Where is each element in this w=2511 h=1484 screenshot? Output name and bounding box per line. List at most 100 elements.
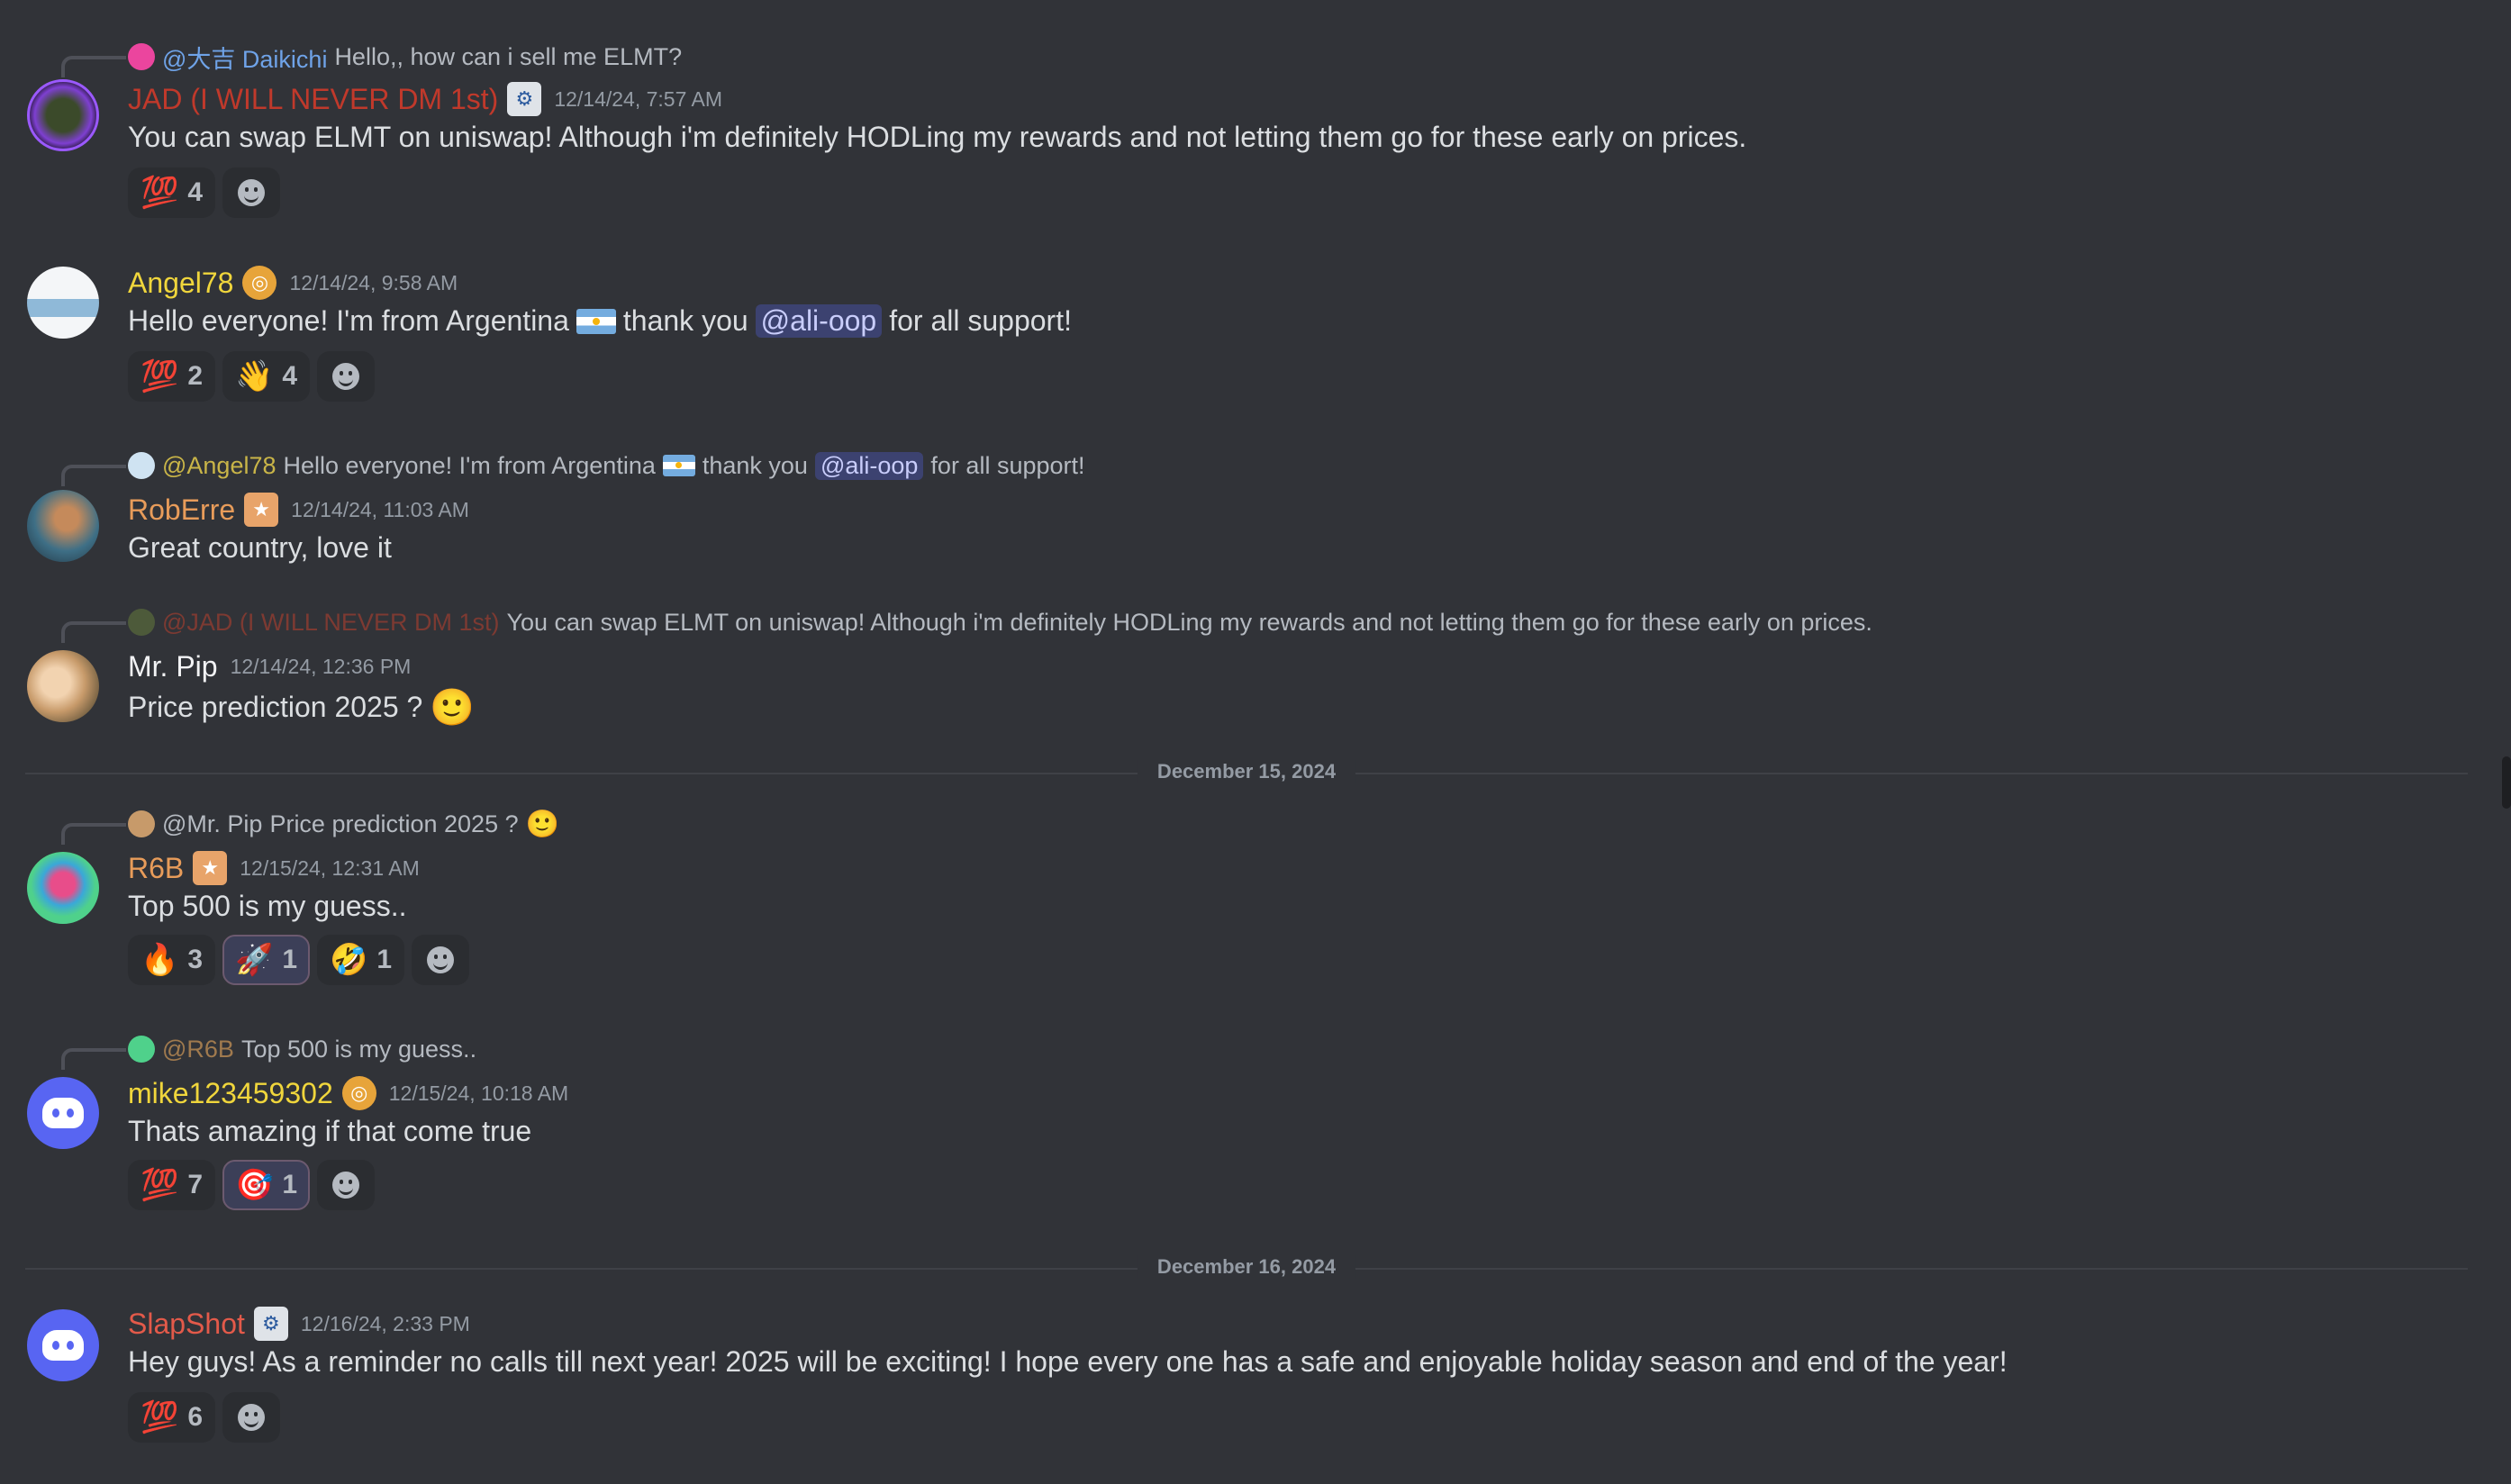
message-content: Price prediction 2025 ? 🙂 [128, 686, 475, 728]
reply-text: Hello everyone! I'm from Argentina [283, 451, 656, 479]
add-reaction-icon [238, 179, 266, 206]
user-mention[interactable]: @ali-oop [755, 304, 883, 338]
message-mrpip: @JAD (I WILL NEVER DM 1st) You can swap … [0, 607, 2486, 733]
avatar[interactable] [27, 79, 99, 151]
message-content: Hello everyone! I'm from Argentina thank… [128, 304, 1072, 338]
reaction-count: 4 [187, 177, 204, 207]
avatar[interactable] [27, 490, 99, 562]
message-content: Thats amazing if that come true [128, 1115, 532, 1147]
reaction-count: 4 [282, 361, 298, 391]
reaction-count: 1 [282, 1170, 298, 1199]
avatar[interactable] [27, 650, 99, 722]
message-content: Hey guys! As a reminder no calls till ne… [128, 1345, 2008, 1378]
reply-mention[interactable]: @Mr. Pip [162, 810, 262, 838]
avatar[interactable] [27, 267, 99, 339]
message-roberre: @Angel78 Hello everyone! I'm from Argent… [0, 450, 2486, 576]
content-text: Hello everyone! I'm from Argentina [128, 304, 569, 337]
fire-icon: 🔥 [141, 943, 179, 977]
reaction-rocket[interactable]: 🚀 1 [222, 935, 311, 985]
add-reaction-button[interactable] [317, 1160, 376, 1210]
username[interactable]: SlapShot [128, 1308, 245, 1341]
reply-mention[interactable]: @Angel78 [162, 452, 276, 480]
reaction-target[interactable]: 🎯 1 [222, 1160, 311, 1210]
reply-connector [61, 56, 126, 77]
avatar[interactable] [27, 1077, 99, 1149]
reply-text: Price prediction 2025 ? [269, 810, 519, 837]
message-header: Mr. Pip 12/14/24, 12:36 PM [128, 648, 411, 684]
reactions: 💯 2 👋 4 [128, 351, 376, 402]
reaction-wave[interactable]: 👋 4 [222, 351, 311, 402]
reply-text: You can swap ELMT on uniswap! Although i… [506, 608, 1872, 636]
date-divider-label: December 15, 2024 [1137, 760, 1356, 783]
reaction-count: 6 [187, 1402, 204, 1432]
reply-preview[interactable]: @JAD (I WILL NEVER DM 1st) You can swap … [128, 607, 1872, 638]
hundred-icon: 💯 [141, 359, 179, 394]
reactions: 💯 6 [128, 1392, 281, 1443]
reply-preview[interactable]: @Mr. Pip Price prediction 2025 ? 🙂 [128, 809, 559, 839]
add-reaction-button[interactable] [222, 1392, 281, 1443]
reply-connector [61, 465, 126, 486]
reaction-100[interactable]: 💯 2 [128, 351, 216, 402]
username[interactable]: mike123459302 [128, 1077, 333, 1110]
hundred-icon: 💯 [141, 176, 179, 210]
message-header: RobErre ★ 12/14/24, 11:03 AM [128, 492, 469, 528]
hundred-icon: 💯 [141, 1168, 179, 1202]
avatar[interactable] [27, 1309, 99, 1381]
discord-icon [42, 1330, 84, 1361]
coin-badge-icon: ◎ [341, 1076, 376, 1110]
add-reaction-icon [238, 1404, 266, 1431]
reaction-count: 2 [187, 361, 204, 391]
reaction-100[interactable]: 💯 6 [128, 1392, 216, 1443]
reply-mention[interactable]: @JAD (I WILL NEVER DM 1st) [162, 609, 499, 637]
reply-avatar [128, 452, 155, 479]
username[interactable]: R6B [128, 852, 184, 885]
user-mention[interactable]: @ali-oop [814, 451, 924, 480]
username[interactable]: Angel78 [128, 267, 233, 300]
reaction-100[interactable]: 💯 4 [128, 167, 216, 218]
add-reaction-button[interactable] [317, 351, 376, 402]
message-slapshot: SlapShot ⚙ 12/16/24, 2:33 PM Hey guys! A… [0, 1306, 2486, 1459]
scrollbar-thumb[interactable] [2502, 756, 2511, 809]
avatar[interactable] [27, 852, 99, 924]
reply-preview[interactable]: @R6B Top 500 is my guess.. [128, 1034, 476, 1064]
hundred-icon: 💯 [141, 1400, 179, 1434]
reaction-count: 1 [376, 945, 393, 974]
content-text: thank you [622, 304, 748, 337]
reply-text: thank you [702, 451, 808, 479]
reactions: 💯 4 [128, 167, 281, 218]
reaction-rofl[interactable]: 🤣 1 [317, 935, 405, 985]
role-badge-icon: ★ [193, 851, 228, 885]
message-header: R6B ★ 12/15/24, 12:31 AM [128, 850, 420, 886]
rocket-icon: 🚀 [235, 943, 274, 977]
reply-avatar [128, 43, 155, 70]
add-reaction-button[interactable] [222, 167, 281, 218]
reactions: 🔥 3 🚀 1 🤣 1 [128, 935, 470, 985]
reply-avatar [128, 810, 155, 837]
reply-mention[interactable]: @R6B [162, 1036, 234, 1063]
reaction-count: 1 [282, 945, 298, 974]
reply-preview[interactable]: @大吉 Daikichi Hello,, how can i sell me E… [128, 40, 682, 75]
discord-icon [42, 1098, 84, 1128]
content-text: for all support! [889, 304, 1072, 337]
username[interactable]: RobErre [128, 493, 235, 527]
slight-smile-icon: 🙂 [430, 688, 476, 728]
username[interactable]: Mr. Pip [128, 650, 218, 683]
argentina-flag-icon [576, 308, 616, 334]
reaction-fire[interactable]: 🔥 3 [128, 935, 216, 985]
reactions: 💯 7 🎯 1 [128, 1160, 376, 1210]
reaction-count: 7 [187, 1170, 204, 1199]
reply-connector [61, 823, 126, 845]
username[interactable]: JAD (I WILL NEVER DM 1st) [128, 83, 498, 116]
wave-icon: 👋 [235, 359, 274, 394]
add-reaction-button[interactable] [412, 935, 470, 985]
reply-mention[interactable]: @大吉 Daikichi [162, 40, 327, 75]
reaction-100[interactable]: 💯 7 [128, 1160, 216, 1210]
timestamp: 12/14/24, 9:58 AM [289, 270, 458, 294]
message-header: SlapShot ⚙ 12/16/24, 2:33 PM [128, 1306, 470, 1342]
add-reaction-icon [332, 363, 360, 390]
reply-avatar [128, 1036, 155, 1063]
message-content: Great country, love it [128, 531, 392, 564]
reply-preview[interactable]: @Angel78 Hello everyone! I'm from Argent… [128, 450, 1085, 481]
timestamp: 12/15/24, 12:31 AM [240, 855, 420, 880]
reply-connector [61, 1048, 126, 1070]
